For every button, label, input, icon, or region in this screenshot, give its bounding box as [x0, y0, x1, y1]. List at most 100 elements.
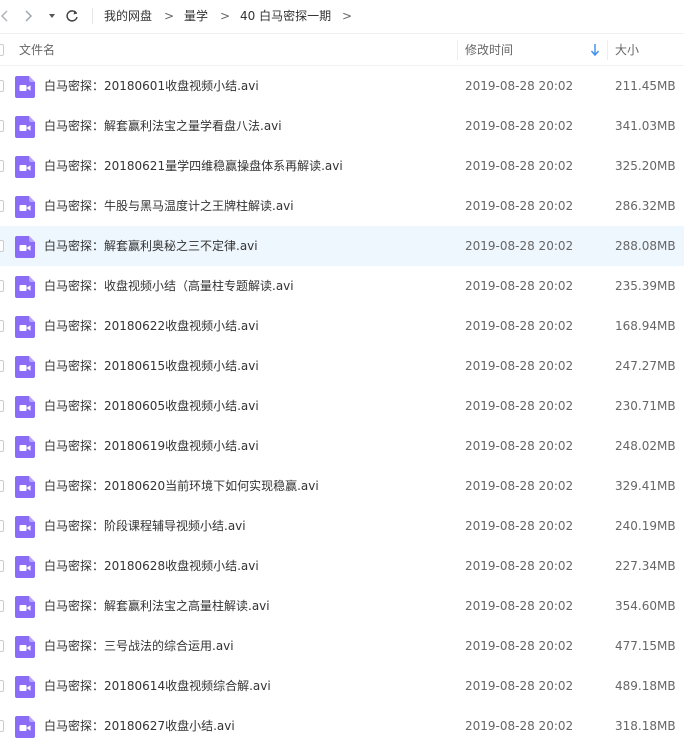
breadcrumb-item-folder[interactable]: 量学	[184, 8, 208, 24]
row-checkbox[interactable]	[0, 200, 4, 212]
file-name[interactable]: 白马密探：20180627收盘小结.avi	[44, 718, 235, 734]
column-divider[interactable]	[607, 40, 608, 60]
select-all-checkbox[interactable]	[0, 44, 4, 56]
file-size: 168.94MB	[615, 319, 676, 333]
table-row[interactable]: 白马密探：20180628收盘视频小结.avi 2019-08-28 20:02…	[0, 546, 684, 586]
row-checkbox[interactable]	[0, 480, 4, 492]
file-name[interactable]: 白马密探：解套赢利奥秘之三不定律.avi	[44, 238, 258, 254]
file-modified-time: 2019-08-28 20:02	[465, 639, 574, 653]
row-checkbox[interactable]	[0, 400, 4, 412]
table-row[interactable]: 白马密探：20180622收盘视频小结.avi 2019-08-28 20:02…	[0, 306, 684, 346]
row-checkbox[interactable]	[0, 320, 4, 332]
file-name[interactable]: 白马密探：三号战法的综合运用.avi	[44, 638, 234, 654]
file-size: 288.08MB	[615, 239, 676, 253]
table-row[interactable]: 白马密探：牛股与黑马温度计之王牌柱解读.avi 2019-08-28 20:02…	[0, 186, 684, 226]
file-size: 211.45MB	[615, 79, 676, 93]
row-checkbox[interactable]	[0, 160, 4, 172]
table-row[interactable]: 白马密探：20180614收盘视频综合解.avi 2019-08-28 20:0…	[0, 666, 684, 706]
file-name[interactable]: 白马密探：20180605收盘视频小结.avi	[44, 398, 259, 414]
file-name[interactable]: 白马密探：解套赢利法宝之高量柱解读.avi	[44, 598, 270, 614]
file-name[interactable]: 白马密探：20180619收盘视频小结.avi	[44, 438, 259, 454]
file-modified-time: 2019-08-28 20:02	[465, 79, 574, 93]
navigation-bar: 我的网盘 > 量学 > 40 白马密探一期 >	[0, 0, 684, 34]
video-file-icon	[15, 716, 35, 738]
file-size: 240.19MB	[615, 519, 676, 533]
table-row[interactable]: 白马密探：20180619收盘视频小结.avi 2019-08-28 20:02…	[0, 426, 684, 466]
breadcrumb-item-root[interactable]: 我的网盘	[104, 8, 152, 24]
file-name[interactable]: 白马密探：阶段课程辅导视频小结.avi	[44, 518, 246, 534]
file-size: 318.18MB	[615, 719, 676, 733]
row-checkbox[interactable]	[0, 80, 4, 92]
table-row[interactable]: 白马密探：20180601收盘视频小结.avi 2019-08-28 20:02…	[0, 66, 684, 106]
table-row[interactable]: 白马密探：20180615收盘视频小结.avi 2019-08-28 20:02…	[0, 346, 684, 386]
history-dropdown-button[interactable]	[43, 6, 61, 26]
table-row[interactable]: 白马密探：收盘视频小结（高量柱专题解读.avi 2019-08-28 20:02…	[0, 266, 684, 306]
table-row[interactable]: 白马密探：20180627收盘小结.avi 2019-08-28 20:02 3…	[0, 706, 684, 746]
row-checkbox[interactable]	[0, 680, 4, 692]
row-checkbox[interactable]	[0, 720, 4, 732]
row-checkbox[interactable]	[0, 560, 4, 572]
row-checkbox[interactable]	[0, 600, 4, 612]
row-checkbox[interactable]	[0, 360, 4, 372]
table-row[interactable]: 白马密探：解套赢利法宝之量学看盘八法.avi 2019-08-28 20:02 …	[0, 106, 684, 146]
file-modified-time: 2019-08-28 20:02	[465, 319, 574, 333]
file-modified-time: 2019-08-28 20:02	[465, 119, 574, 133]
table-row[interactable]: 白马密探：20180621量学四维稳赢操盘体系再解读.avi 2019-08-2…	[0, 146, 684, 186]
video-file-icon	[15, 596, 35, 618]
row-checkbox[interactable]	[0, 640, 4, 652]
table-row[interactable]: 白马密探：解套赢利法宝之高量柱解读.avi 2019-08-28 20:02 3…	[0, 586, 684, 626]
file-name[interactable]: 白马密探：20180628收盘视频小结.avi	[44, 558, 259, 574]
file-modified-time: 2019-08-28 20:02	[465, 599, 574, 613]
file-modified-time: 2019-08-28 20:02	[465, 439, 574, 453]
video-file-icon	[15, 196, 35, 218]
video-file-icon	[15, 676, 35, 698]
table-row[interactable]: 白马密探：阶段课程辅导视频小结.avi 2019-08-28 20:02 240…	[0, 506, 684, 546]
file-modified-time: 2019-08-28 20:02	[465, 399, 574, 413]
file-name[interactable]: 白马密探：20180614收盘视频综合解.avi	[44, 678, 271, 694]
file-modified-time: 2019-08-28 20:02	[465, 479, 574, 493]
row-checkbox[interactable]	[0, 520, 4, 532]
sort-down-icon[interactable]	[589, 43, 601, 57]
column-header-size[interactable]: 大小	[615, 42, 639, 58]
file-name[interactable]: 白马密探：20180622收盘视频小结.avi	[44, 318, 259, 334]
column-header-modified[interactable]: 修改时间	[465, 42, 513, 58]
table-row[interactable]: 白马密探：三号战法的综合运用.avi 2019-08-28 20:02 477.…	[0, 626, 684, 666]
table-row[interactable]: 白马密探：20180605收盘视频小结.avi 2019-08-28 20:02…	[0, 386, 684, 426]
chevron-right-icon	[25, 10, 32, 22]
file-size: 286.32MB	[615, 199, 676, 213]
file-name[interactable]: 白马密探：20180601收盘视频小结.avi	[44, 78, 259, 94]
file-size: 227.34MB	[615, 559, 676, 573]
breadcrumb-item-current[interactable]: 40 白马密探一期	[240, 8, 331, 24]
row-checkbox[interactable]	[0, 440, 4, 452]
forward-button[interactable]	[19, 6, 37, 26]
file-modified-time: 2019-08-28 20:02	[465, 239, 574, 253]
file-size: 341.03MB	[615, 119, 676, 133]
column-header-name[interactable]: 文件名	[19, 42, 55, 58]
file-list-header: 文件名 修改时间 大小	[0, 34, 684, 66]
row-checkbox[interactable]	[0, 240, 4, 252]
video-file-icon	[15, 276, 35, 298]
row-checkbox[interactable]	[0, 280, 4, 292]
table-row[interactable]: 白马密探：20180620当前环境下如何实现稳赢.avi 2019-08-28 …	[0, 466, 684, 506]
row-checkbox[interactable]	[0, 120, 4, 132]
video-file-icon	[15, 396, 35, 418]
file-size: 329.41MB	[615, 479, 676, 493]
column-divider[interactable]	[457, 40, 458, 60]
file-name[interactable]: 白马密探：20180615收盘视频小结.avi	[44, 358, 259, 374]
file-name[interactable]: 白马密探：20180621量学四维稳赢操盘体系再解读.avi	[44, 158, 343, 174]
file-name[interactable]: 白马密探：收盘视频小结（高量柱专题解读.avi	[44, 278, 294, 294]
file-size: 325.20MB	[615, 159, 676, 173]
table-row-hovered[interactable]: 白马密探：解套赢利奥秘之三不定律.avi 2019-08-28 20:02 28…	[0, 226, 684, 266]
file-name[interactable]: 白马密探：解套赢利法宝之量学看盘八法.avi	[44, 118, 282, 134]
back-button[interactable]	[0, 6, 14, 26]
file-modified-time: 2019-08-28 20:02	[465, 519, 574, 533]
refresh-button[interactable]	[63, 6, 81, 26]
file-size: 230.71MB	[615, 399, 676, 413]
chevron-left-icon	[0, 10, 8, 22]
video-file-icon	[15, 636, 35, 658]
video-file-icon	[15, 76, 35, 98]
file-name[interactable]: 白马密探：20180620当前环境下如何实现稳赢.avi	[44, 478, 319, 494]
file-modified-time: 2019-08-28 20:02	[465, 159, 574, 173]
file-name[interactable]: 白马密探：牛股与黑马温度计之王牌柱解读.avi	[44, 198, 294, 214]
file-size: 477.15MB	[615, 639, 676, 653]
